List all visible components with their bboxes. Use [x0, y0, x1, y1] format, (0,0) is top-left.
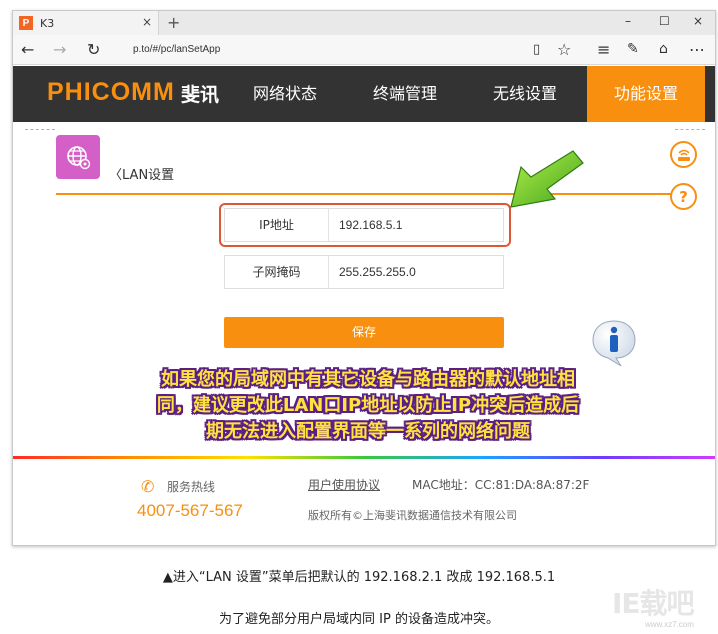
highlight-box [219, 203, 511, 247]
phicomm-logo-cn: 斐讯 [181, 84, 220, 106]
page-title[interactable]: 〈LAN设置 [109, 164, 174, 183]
green-arrow-icon [510, 150, 584, 208]
favorite-star-icon[interactable]: ☆ [557, 40, 571, 59]
page-title-text: LAN设置 [122, 168, 175, 183]
subnet-mask-field[interactable]: 子网掩码 255.255.255.0 [224, 255, 504, 289]
hub-menu-icon[interactable]: ≡ [597, 40, 610, 59]
hotline-number: 4007-567-567 [137, 501, 243, 520]
annotation-line-1: 如果您的局域网中有其它设备与路由器的默认地址相 [161, 369, 575, 390]
browser-tab[interactable]: P K3 × [13, 11, 159, 35]
reading-view-icon[interactable]: ▯ [533, 42, 540, 57]
mac-address: MAC地址：CC:81:DA:8A:87:2F [412, 478, 590, 492]
address-bar[interactable]: p.to/#/pc/lanSetApp [123, 40, 593, 60]
hotline-label: 服务热线 [167, 480, 216, 494]
nav-function-settings[interactable]: 功能设置 [587, 66, 705, 122]
rainbow-divider [13, 456, 715, 459]
router-status-button[interactable] [670, 141, 697, 168]
navigation-bar: ← → ↻ p.to/#/pc/lanSetApp ▯ ☆ ≡ ✎ ⌂ ⋯ [13, 35, 715, 65]
annotation-line-2: 同，建议更改此LAN口IP地址以防止IP冲突后造成后 [156, 395, 580, 416]
site-header: PHICOMM 斐讯 网络状态 终端管理 无线设置 功能设置 [13, 66, 715, 122]
nav-wireless-settings[interactable]: 无线设置 [475, 66, 575, 122]
more-icon[interactable]: ⋯ [689, 40, 705, 59]
user-agreement-link[interactable]: 用户使用协议 [308, 476, 380, 493]
router-icon [677, 149, 690, 161]
save-button[interactable]: 保存 [224, 317, 504, 348]
new-tab-icon[interactable]: + [167, 13, 180, 32]
help-button[interactable]: ? [670, 183, 697, 210]
forward-arrow-icon[interactable]: → [53, 40, 66, 59]
phicomm-logo: PHICOMM [47, 78, 175, 106]
chevron-left-icon: 〈 [109, 168, 123, 183]
watermark-url: www.xz7.com [645, 620, 694, 629]
browser-window: P K3 × + – ☐ × ← → ↻ p.to/#/pc/lanSetApp… [12, 10, 716, 546]
subnet-mask-label: 子网掩码 [225, 256, 329, 288]
caption-line-1: ▲进入“LAN 设置”菜单后把默认的 192.168.2.1 改成 192.16… [162, 570, 556, 585]
annotation-line-3: 期无法进入配置界面等一系列的网络问题 [206, 421, 530, 442]
info-bubble-icon [592, 320, 636, 367]
subnet-mask-input[interactable]: 255.255.255.0 [339, 256, 416, 288]
nav-network-status[interactable]: 网络状态 [235, 66, 335, 122]
lan-globe-icon [56, 135, 100, 179]
web-note-icon[interactable]: ✎ [627, 41, 639, 57]
dashed-guide [675, 129, 705, 130]
tab-close-icon[interactable]: × [142, 15, 152, 29]
minimize-icon[interactable]: – [625, 14, 631, 28]
maximize-icon[interactable]: ☐ [659, 14, 670, 28]
nav-terminal-management[interactable]: 终端管理 [355, 66, 455, 122]
annotation-text: 如果您的局域网中有其它设备与路由器的默认地址相 同，建议更改此LAN口IP地址以… [103, 367, 633, 445]
question-icon: ? [679, 187, 688, 206]
phicomm-favicon-icon: P [19, 16, 33, 30]
tab-title: K3 [40, 16, 55, 30]
window-close-icon[interactable]: × [693, 14, 703, 28]
tab-bar: P K3 × + – ☐ × [13, 11, 715, 35]
refresh-icon[interactable]: ↻ [87, 40, 100, 59]
dashed-guide [25, 129, 55, 130]
share-icon[interactable]: ⌂ [659, 41, 668, 57]
caption-line-2: 为了避免部分用户局域内同 IP 的设备造成冲突。 [219, 612, 499, 627]
back-arrow-icon[interactable]: ← [21, 40, 34, 59]
watermark-logo: IE载吧 [612, 587, 695, 620]
copyright-text: 版权所有©上海斐讯数据通信技术有限公司 [308, 509, 517, 522]
phone-icon: ✆ [141, 477, 155, 496]
